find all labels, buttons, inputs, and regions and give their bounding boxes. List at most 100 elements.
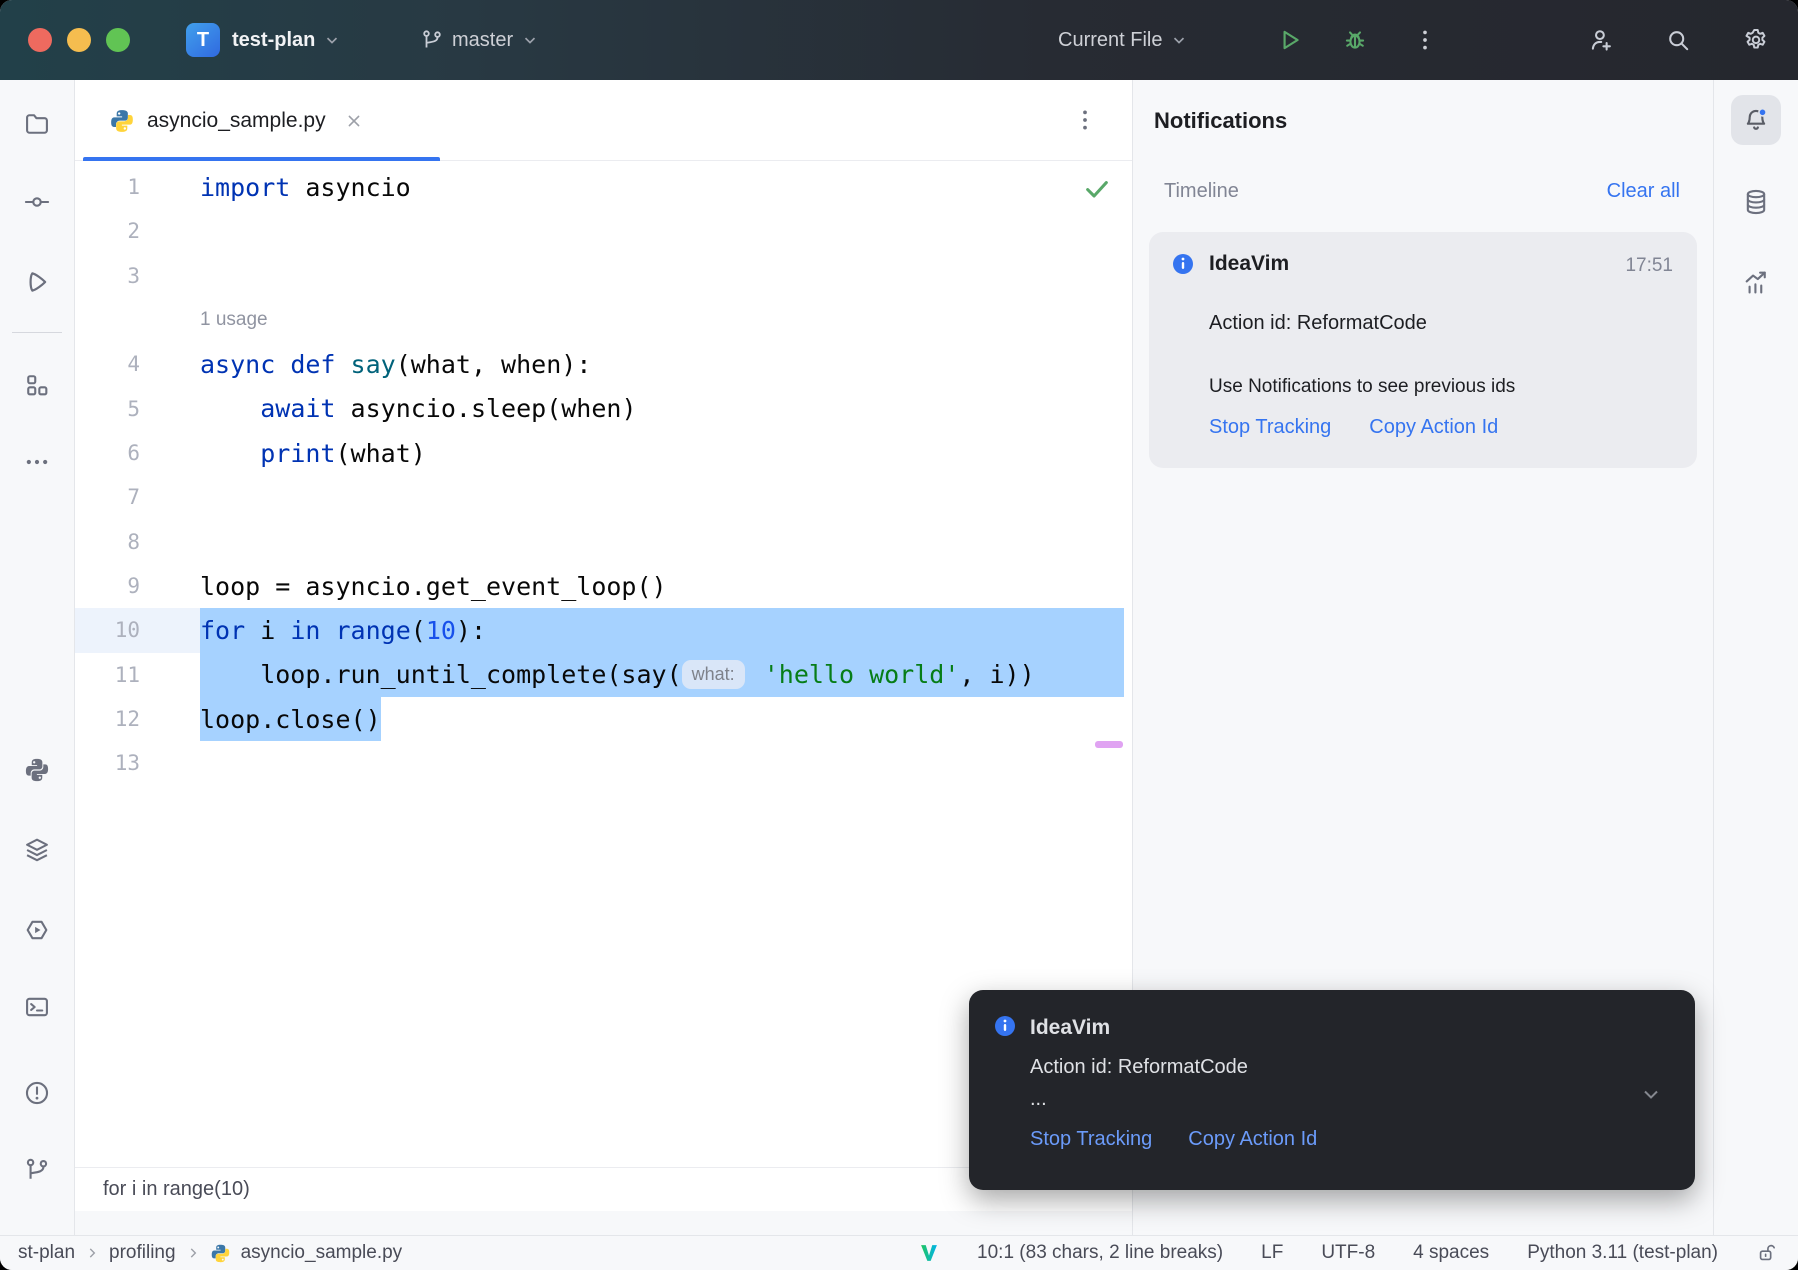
code-line[interactable]: 7 [75,475,1132,519]
copy-action-id-link[interactable]: Copy Action Id [1369,416,1498,439]
line-separator-widget[interactable]: LF [1261,1242,1283,1264]
editor-tab[interactable]: asyncio_sample.py [83,80,440,161]
parameter-hint-inlay: what: [682,660,745,689]
scrollbar-change-marker [1095,741,1123,748]
python-packages-icon[interactable] [23,756,51,784]
line-number[interactable]: 3 [75,254,200,298]
line-number[interactable]: 5 [75,387,200,431]
line-number[interactable] [75,298,200,342]
code-line[interactable]: 4async def say(what, when): [75,342,1132,386]
debug-icon[interactable] [1342,27,1368,53]
notifications-bell-button[interactable] [1731,95,1781,145]
line-number[interactable]: 6 [75,431,200,475]
caret-position-widget[interactable]: 10:1 (83 chars, 2 line breaks) [977,1242,1223,1264]
run-icon[interactable] [1277,27,1303,53]
line-number[interactable]: 12 [75,697,200,741]
branch-name: master [452,29,513,52]
info-icon [993,1014,1017,1038]
code-line[interactable]: 9loop = asyncio.get_event_loop() [75,564,1132,608]
ideavim-icon[interactable] [919,1243,939,1263]
git-toolwindow-icon[interactable] [23,1156,51,1184]
line-number[interactable]: 4 [75,342,200,386]
interpreter-widget[interactable]: Python 3.11 (test-plan) [1527,1242,1718,1264]
toast-collapsed-text: ... [1030,1088,1047,1111]
toast-stop-tracking-link[interactable]: Stop Tracking [1030,1128,1152,1151]
breadcrumb-file[interactable]: asyncio_sample.py [241,1242,403,1264]
settings-gear-icon[interactable] [1743,27,1769,53]
code-segment: asyncio.sleep(when) [335,396,636,421]
code-segment [275,352,290,377]
search-icon[interactable] [1665,27,1691,53]
project-folder-icon[interactable] [23,110,51,138]
editor-more-vertical-icon[interactable] [1071,106,1099,134]
database-icon[interactable] [1742,188,1770,216]
code-line[interactable]: 1 usage [75,298,1132,342]
profiler-chart-icon[interactable] [1742,268,1770,296]
status-bar: st-plan profiling asyncio_sample.py 10:1… [0,1235,1798,1270]
problems-icon[interactable] [23,1079,51,1107]
project-widget[interactable]: test-plan [232,0,341,80]
title-bar: T test-plan master Current File [0,0,1798,80]
services-run-icon[interactable] [23,916,51,944]
line-number[interactable]: 11 [75,653,200,697]
info-icon [1171,252,1195,276]
code-line[interactable]: 2 [75,209,1132,253]
unlocked-icon[interactable] [1756,1242,1778,1264]
macos-close-button[interactable] [28,28,52,52]
structure-icon[interactable] [23,371,51,399]
macos-minimize-button[interactable] [67,28,91,52]
commit-icon[interactable] [23,188,51,216]
notification-card: IdeaVim 17:51 Action id: ReformatCode Us… [1149,232,1697,468]
code-segment: in [290,618,320,643]
code-segment [335,352,350,377]
chevron-down-icon[interactable] [1639,1082,1663,1106]
selection: loop.close() [200,697,381,741]
code-line[interactable]: 11 loop.run_until_complete(say(what: 'he… [75,653,1132,697]
code-line[interactable]: 6 print(what) [75,431,1132,475]
line-number[interactable]: 8 [75,520,200,564]
toast-copy-action-id-link[interactable]: Copy Action Id [1188,1128,1317,1151]
usages-hint[interactable]: 1 usage [200,309,268,331]
project-badge[interactable]: T [186,23,220,57]
code-line[interactable]: 8 [75,520,1132,564]
notification-toast[interactable]: IdeaVim Action id: ReformatCode ... Stop… [969,990,1695,1190]
layers-services-icon[interactable] [23,836,51,864]
breadcrumb-folder[interactable]: profiling [109,1242,176,1264]
inspections-ok-icon[interactable] [1083,175,1111,203]
run-configuration-selector[interactable]: Current File [1058,0,1188,80]
editor-tab-bar: asyncio_sample.py [75,80,1132,161]
line-number[interactable]: 7 [75,475,200,519]
code-line[interactable]: 13 [75,741,1132,785]
close-icon[interactable] [344,111,364,131]
code-segment: print [260,441,335,466]
terminal-icon[interactable] [23,993,51,1021]
more-vertical-icon[interactable] [1412,27,1438,53]
toast-source: IdeaVim [1030,1016,1110,1040]
code-segment: (what, when): [396,352,592,377]
encoding-widget[interactable]: UTF-8 [1321,1242,1375,1264]
code-segment: say [351,352,396,377]
line-number[interactable]: 2 [75,209,200,253]
context-line-text: for i in range(10) [103,1178,250,1201]
indent-widget[interactable]: 4 spaces [1413,1242,1489,1264]
code-line[interactable]: 10for i in range(10): [75,608,1132,652]
project-badge-letter: T [197,29,209,52]
chevron-right-icon [186,1246,200,1260]
line-number[interactable]: 10 [75,608,200,652]
stop-tracking-link[interactable]: Stop Tracking [1209,416,1331,439]
add-user-icon[interactable] [1588,27,1614,53]
breadcrumb-project[interactable]: st-plan [18,1242,75,1264]
code-line[interactable]: 5 await asyncio.sleep(when) [75,387,1132,431]
code-line[interactable]: 1import asyncio [75,165,1132,209]
code-line[interactable]: 12loop.close() [75,697,1132,741]
vcs-branch-widget[interactable]: master [420,0,539,80]
macos-zoom-button[interactable] [106,28,130,52]
line-number[interactable]: 1 [75,165,200,209]
more-toolwindows-icon[interactable] [23,448,51,476]
code-line[interactable]: 3 [75,254,1132,298]
python-icon [210,1243,231,1264]
line-number[interactable]: 13 [75,741,200,785]
run-toolwindow-icon[interactable] [23,268,51,296]
clear-all-link[interactable]: Clear all [1607,180,1680,203]
line-number[interactable]: 9 [75,564,200,608]
